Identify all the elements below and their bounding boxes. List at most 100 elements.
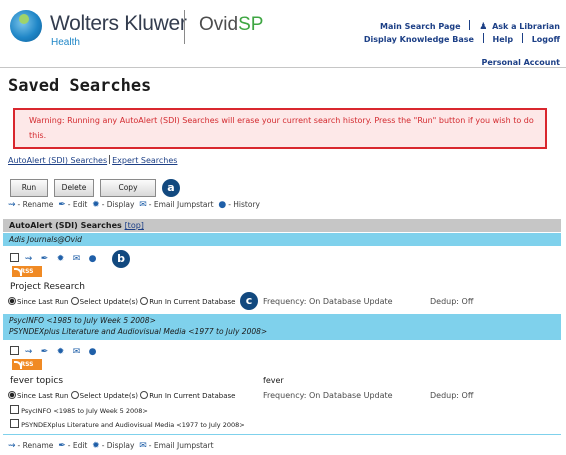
rename-icon[interactable]: ⇝ xyxy=(22,347,35,357)
search-name: Project Research xyxy=(10,282,85,292)
database-check-label: PSYNDEXplus Literature and Audiovisual M… xyxy=(21,421,245,429)
legend-edit: - Edit xyxy=(67,441,88,450)
librarian-icon: ♟ xyxy=(479,22,488,32)
search-action-row: ⇝ ✒ ✹ ✉ ● xyxy=(10,253,99,264)
select-updates-radio[interactable] xyxy=(70,297,79,305)
frequency-text: Frequency: On Database Update xyxy=(263,391,393,400)
callout-b: b xyxy=(112,250,130,268)
delete-button[interactable]: Delete xyxy=(54,179,94,197)
link-separator xyxy=(469,20,471,30)
current-database-radio[interactable] xyxy=(140,297,149,305)
run-option-group: Since Last Run Select Update(s) Run In C… xyxy=(8,297,235,306)
edit-icon[interactable]: ✒ xyxy=(38,254,51,264)
email-jumpstart-icon: ✉ xyxy=(139,200,147,210)
legend-email-jumpstart: - Email Jumpstart xyxy=(148,441,214,450)
dedup-text: Dedup: Off xyxy=(430,391,474,400)
rss-button[interactable]: RSS xyxy=(12,359,42,370)
search-database-band: PsycINFO <1985 to July Week 5 2008> PSYN… xyxy=(3,314,561,340)
legend-display: - Display xyxy=(101,441,135,450)
database-check-row: PSYNDEXplus Literature and Audiovisual M… xyxy=(10,419,245,429)
section-footer-rule xyxy=(3,434,561,435)
legend-edit: - Edit xyxy=(67,200,88,209)
run-button[interactable]: Run xyxy=(10,179,48,197)
personal-account-link[interactable]: Personal Account xyxy=(482,58,561,67)
product-logo: OvidSP xyxy=(199,14,263,36)
search-select-checkbox[interactable] xyxy=(10,253,19,262)
frequency-text: Frequency: On Database Update xyxy=(263,297,393,306)
header-rule xyxy=(0,67,566,68)
legend-display: - Display xyxy=(101,200,135,209)
ask-librarian-link[interactable]: Ask a Librarian xyxy=(492,22,560,31)
display-icon[interactable]: ✹ xyxy=(54,347,67,357)
site-header: Wolters Kluwer Health OvidSP Main Search… xyxy=(0,0,566,67)
select-updates-radio[interactable] xyxy=(70,391,79,399)
header-divider xyxy=(184,10,185,44)
edit-icon: ✒ xyxy=(58,200,66,210)
top-link[interactable]: [top] xyxy=(125,221,144,230)
search-select-checkbox[interactable] xyxy=(10,346,19,355)
legend-rename: - Rename xyxy=(17,441,54,450)
current-database-radio[interactable] xyxy=(140,391,149,399)
database-checkbox[interactable] xyxy=(10,405,19,414)
display-icon: ✹ xyxy=(92,200,100,210)
tab-autoalert[interactable]: AutoAlert (SDI) Searches xyxy=(8,156,107,165)
product-name: Ovid xyxy=(199,14,239,35)
logoff-link[interactable]: Logoff xyxy=(532,35,560,44)
product-suffix: SP xyxy=(238,14,264,35)
search-type-tabs: AutoAlert (SDI) Searches Expert Searches xyxy=(8,155,177,165)
current-database-label: Run In Current Database xyxy=(149,392,236,400)
since-last-run-label: Since Last Run xyxy=(17,298,69,306)
edit-icon: ✒ xyxy=(58,441,66,451)
callout-a: a xyxy=(162,179,180,197)
top-links: Main Search Page ♟ Ask a Librarian Displ… xyxy=(364,20,560,46)
action-legend-bottom: ⇝ - Rename ✒ - Edit ✹ - Display ✉ - Email Ju… xyxy=(8,441,214,451)
display-icon: ✹ xyxy=(92,441,100,451)
search-action-row: ⇝ ✒ ✹ ✉ ● xyxy=(10,346,99,357)
database-name: PsycINFO <1985 to July Week 5 2008> xyxy=(9,316,156,325)
dedup-text: Dedup: Off xyxy=(430,297,474,306)
database-checkbox[interactable] xyxy=(10,419,19,428)
legend-rename: - Rename xyxy=(17,200,54,209)
select-updates-label: Select Update(s) xyxy=(79,298,138,306)
tab-expert[interactable]: Expert Searches xyxy=(112,156,177,165)
legend-history: - History xyxy=(228,200,260,209)
wolters-kluwer-logo-icon xyxy=(10,10,42,42)
section-title: AutoAlert (SDI) Searches xyxy=(9,221,122,230)
copy-button[interactable]: Copy xyxy=(100,179,156,197)
database-name: Adis Journals@Ovid xyxy=(9,235,82,244)
tab-separator xyxy=(109,155,111,164)
edit-icon[interactable]: ✒ xyxy=(38,347,51,357)
select-updates-label: Select Update(s) xyxy=(79,392,138,400)
rename-icon[interactable]: ⇝ xyxy=(22,254,35,264)
rename-icon: ⇝ xyxy=(8,200,16,210)
search-database-band: Adis Journals@Ovid xyxy=(3,233,561,246)
history-icon: ● xyxy=(218,200,227,210)
page-title: Saved Searches xyxy=(8,76,152,96)
legend-email-jumpstart: - Email Jumpstart xyxy=(148,200,214,209)
help-link[interactable]: Help xyxy=(493,35,514,44)
display-icon[interactable]: ✹ xyxy=(54,254,67,264)
email-jumpstart-icon: ✉ xyxy=(139,441,147,451)
since-last-run-radio[interactable] xyxy=(8,391,16,399)
history-icon[interactable]: ● xyxy=(86,347,99,357)
knowledge-base-link[interactable]: Display Knowledge Base xyxy=(364,35,474,44)
database-check-label: PsycINFO <1985 to July Week 5 2008> xyxy=(21,407,148,415)
email-jumpstart-icon[interactable]: ✉ xyxy=(70,254,83,264)
since-last-run-label: Since Last Run xyxy=(17,392,69,400)
search-name: fever topics xyxy=(10,376,64,386)
callout-c: c xyxy=(240,292,258,310)
rss-button[interactable]: RSS xyxy=(12,266,42,277)
action-legend: ⇝ - Rename ✒ - Edit ✹ - Display ✉ - Email Ju… xyxy=(8,200,260,210)
since-last-run-radio[interactable] xyxy=(8,297,16,305)
main-search-link[interactable]: Main Search Page xyxy=(380,22,461,31)
database-name: PSYNDEXplus Literature and Audiovisual M… xyxy=(9,327,268,336)
warning-box: Warning: Running any AutoAlert (SDI) Sea… xyxy=(13,108,547,149)
email-jumpstart-icon[interactable]: ✉ xyxy=(70,347,83,357)
brand-name: Wolters Kluwer xyxy=(50,12,187,35)
brand-subtitle: Health xyxy=(51,37,80,48)
run-option-group: Since Last Run Select Update(s) Run In C… xyxy=(8,391,235,400)
history-icon[interactable]: ● xyxy=(86,254,99,264)
search-query: fever xyxy=(263,376,284,385)
section-header: AutoAlert (SDI) Searches [top] xyxy=(3,219,561,232)
rename-icon: ⇝ xyxy=(8,441,16,451)
